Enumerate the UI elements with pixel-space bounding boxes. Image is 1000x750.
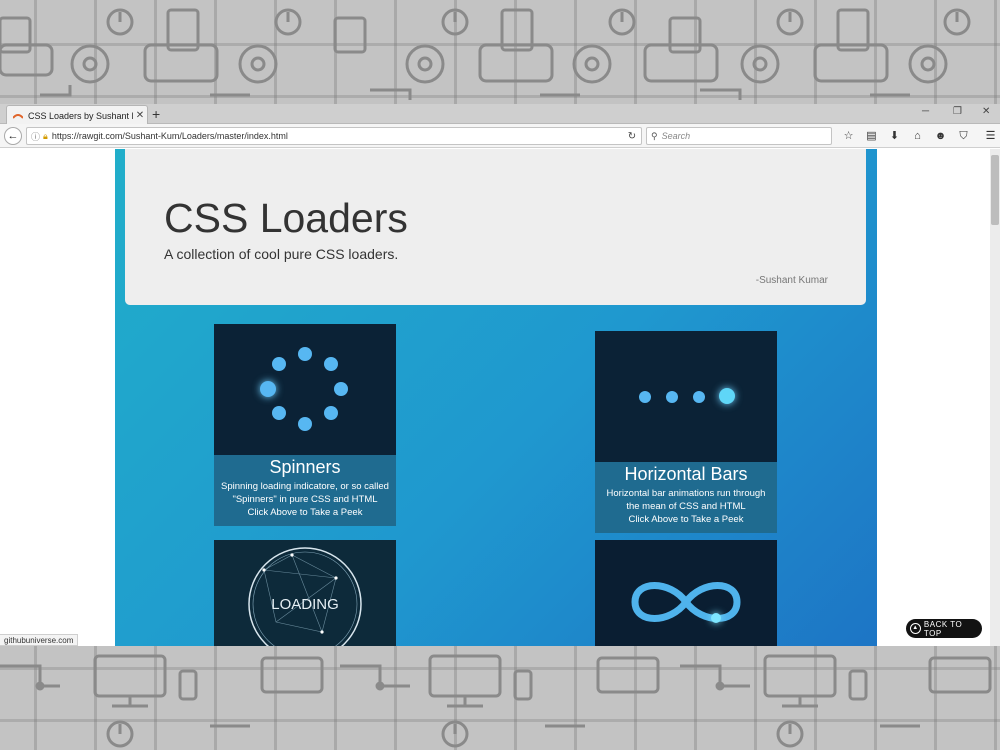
spinners-card[interactable]: Spinners Spinning loading indicatore, or… (214, 324, 396, 526)
info-icon[interactable]: ⓘ (31, 130, 40, 143)
reading-list-icon[interactable]: ▤ (863, 128, 880, 144)
vertical-scrollbar[interactable] (990, 149, 1000, 646)
back-to-top-label: BACK TO TOP (923, 619, 963, 638)
arrow-up-icon: ▲ (910, 623, 921, 634)
navigation-bar: ← ⓘ 🔒︎ https://rawgit.com/Sushant-Kum/Lo… (0, 124, 1000, 148)
page-viewport: CSS Loaders A collection of cool pure CS… (0, 149, 1000, 646)
loading-circle-preview: LOADING (248, 547, 362, 646)
loading-text: LOADING (271, 596, 339, 613)
tab-strip: CSS Loaders by Sushant K... ✕ + ─ ❐ ✕ (0, 104, 1000, 125)
toolbar-icons: ☆ ▤ ⬇ ⌂ ☻ ⛉ ☰ (840, 128, 999, 144)
back-to-top-button[interactable]: ▲ BACK TO TOP (906, 619, 982, 638)
spinner-preview (214, 324, 396, 455)
home-icon[interactable]: ⌂ (909, 128, 926, 144)
tab-title: CSS Loaders by Sushant K... (28, 110, 133, 121)
address-bar[interactable]: ⓘ 🔒︎ https://rawgit.com/Sushant-Kum/Load… (26, 127, 642, 145)
url-text[interactable]: https://rawgit.com/Sushant-Kum/Loaders/m… (52, 131, 623, 141)
lock-icon[interactable]: 🔒︎ (43, 131, 48, 142)
horizontal-bars-card[interactable]: Horizontal Bars Horizontal bar animation… (595, 331, 777, 533)
search-icon: ⚲ (651, 130, 658, 141)
author-credit: -Sushant Kumar (755, 275, 828, 286)
browser-window: CSS Loaders by Sushant K... ✕ + ─ ❐ ✕ ← … (0, 104, 1000, 646)
card-description: Horizontal bar animations run through th… (606, 488, 766, 512)
back-button[interactable]: ← (4, 127, 22, 145)
site-favicon-icon (13, 113, 23, 119)
search-input[interactable]: ⚲ Search (646, 127, 832, 145)
extension-icon[interactable]: ☻ (932, 128, 949, 144)
page-content: CSS Loaders A collection of cool pure CS… (115, 149, 877, 646)
card-title: Horizontal Bars (624, 464, 748, 484)
close-window-icon[interactable]: ✕ (982, 106, 990, 117)
card-description: Spinning loading indicatore, or so calle… (221, 481, 389, 505)
page-title: CSS Loaders (164, 195, 408, 241)
card-title: Spinners (269, 457, 341, 477)
minimize-icon[interactable]: ─ (922, 106, 929, 117)
card-cta: Click Above to Take a Peek (628, 514, 744, 525)
page-subtitle: A collection of cool pure CSS loaders. (164, 246, 399, 262)
close-tab-icon[interactable]: ✕ (133, 110, 147, 121)
status-bar: githubuniverse.com (0, 634, 79, 646)
menu-icon[interactable]: ☰ (982, 128, 999, 144)
spinners-caption: Spinners Spinning loading indicatore, or… (214, 455, 396, 526)
scrollbar-thumb[interactable] (991, 155, 999, 225)
desktop-wallpaper-bottom (0, 646, 1000, 750)
hero-jumbotron: CSS Loaders A collection of cool pure CS… (125, 149, 866, 305)
loading-circle-card[interactable]: LOADING (214, 540, 396, 646)
new-tab-button[interactable]: + (152, 105, 160, 123)
horizontal-bars-caption: Horizontal Bars Horizontal bar animation… (595, 462, 777, 533)
bookmark-star-icon[interactable]: ☆ (840, 128, 857, 144)
browser-tab[interactable]: CSS Loaders by Sushant K... ✕ (6, 105, 148, 125)
search-placeholder: Search (661, 131, 691, 141)
restore-icon[interactable]: ❐ (953, 106, 962, 117)
card-cta: Click Above to Take a Peek (247, 507, 363, 518)
reload-icon[interactable]: ↻ (623, 131, 641, 142)
horizontal-bars-preview (595, 331, 777, 462)
infinity-loader-card[interactable] (595, 540, 777, 646)
infinity-loader-preview (631, 582, 741, 623)
pocket-icon[interactable]: ⛉ (955, 128, 972, 144)
download-icon[interactable]: ⬇ (886, 128, 903, 144)
desktop-wallpaper-top (0, 0, 1000, 104)
